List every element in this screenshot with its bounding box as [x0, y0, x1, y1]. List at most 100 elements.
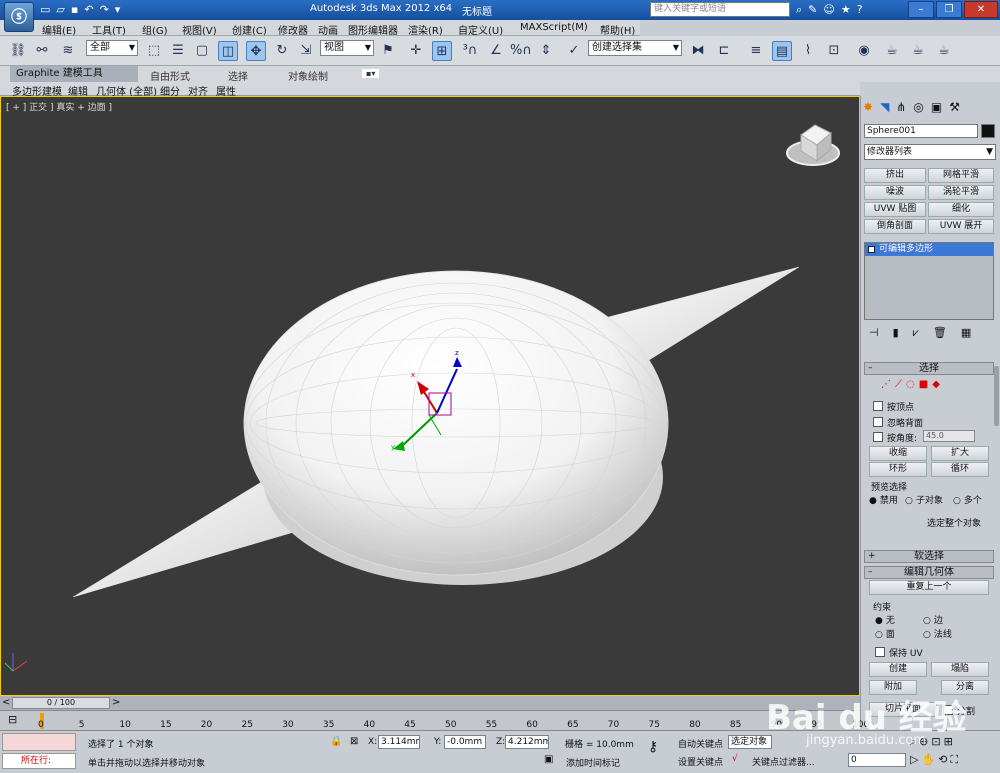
time-tag-icon[interactable]: ▣: [544, 754, 553, 765]
mod-unwrap-uvw-button[interactable]: UVW 展开: [928, 219, 994, 234]
render-production-icon[interactable]: ☕: [934, 41, 954, 61]
select-manipulate-icon[interactable]: ✛: [406, 41, 426, 61]
set-key-button[interactable]: 设置关键点: [678, 755, 723, 768]
orbit-icon[interactable]: ⟲: [938, 753, 950, 766]
rect-selection-icon[interactable]: ▢: [192, 41, 212, 61]
mod-bevel-profile-button[interactable]: 倒角剖面: [864, 219, 926, 234]
configure-sets-icon[interactable]: ▦: [961, 326, 985, 339]
menu-view[interactable]: 视图(V): [182, 22, 217, 37]
display-tab-icon[interactable]: ▣: [931, 100, 949, 114]
y-coord-field[interactable]: -0.0mm: [444, 735, 486, 749]
link-icon[interactable]: ⛓: [8, 41, 28, 61]
mini-curve-icon[interactable]: ⊟: [8, 713, 17, 726]
app-logo-icon[interactable]: ⓢ: [4, 2, 34, 32]
mod-meshsmooth-button[interactable]: 网格平滑: [928, 168, 994, 183]
element-mode-icon[interactable]: ◆: [932, 379, 944, 390]
menu-help[interactable]: 帮助(H): [600, 22, 635, 37]
menu-maxscript[interactable]: MAXScript(M): [520, 22, 588, 33]
constraint-face-radio[interactable]: 面: [875, 627, 895, 640]
keyboard-shortcut-icon[interactable]: ⊞: [432, 41, 452, 61]
mod-extrude-button[interactable]: 挤出: [864, 168, 926, 183]
key-filters-button[interactable]: 关键点过滤器...: [752, 755, 815, 768]
undo-icon[interactable]: ↶: [84, 3, 99, 16]
minimize-button[interactable]: –: [908, 1, 934, 18]
new-icon[interactable]: ▭: [40, 3, 56, 16]
help-icon[interactable]: ?: [857, 3, 869, 16]
selection-filter-dropdown[interactable]: 全部: [86, 40, 138, 56]
time-slider-thumb[interactable]: 0 / 100: [12, 697, 110, 709]
unlink-icon[interactable]: ⚯: [32, 41, 52, 61]
ribbon-options-icon[interactable]: ▪▾: [362, 69, 380, 78]
preview-off-radio[interactable]: 禁用: [869, 493, 898, 506]
x-coord-field[interactable]: 3.114mm: [378, 735, 420, 749]
mod-noise-button[interactable]: 噪波: [864, 185, 926, 200]
modify-tab-icon[interactable]: ◥: [880, 100, 896, 114]
fov-icon[interactable]: ▷: [910, 753, 921, 766]
schematic-view-icon[interactable]: ⊡: [824, 41, 844, 61]
constraint-normal-radio[interactable]: 法线: [923, 627, 952, 640]
mod-uvw-map-button[interactable]: UVW 贴图: [864, 202, 926, 217]
redo-icon[interactable]: ↷: [100, 3, 115, 16]
grow-button[interactable]: 扩大: [931, 446, 989, 461]
percent-snap-icon[interactable]: %∩: [510, 41, 532, 61]
preserve-uv-checkbox[interactable]: 保持 UV: [875, 646, 923, 659]
qa-dropdown-icon[interactable]: ▾: [115, 3, 127, 16]
tab-selection[interactable]: 选择: [228, 68, 248, 83]
menu-rendering[interactable]: 渲染(R): [408, 22, 443, 37]
menu-graph-editors[interactable]: 图形编辑器: [348, 22, 398, 37]
border-mode-icon[interactable]: ◌: [906, 379, 919, 390]
make-unique-icon[interactable]: ⩗: [913, 326, 933, 339]
rollout-soft-selection[interactable]: + 软选择: [864, 550, 994, 563]
angle-spinner[interactable]: 45.0: [923, 430, 975, 442]
object-name-field[interactable]: Sphere001: [864, 124, 978, 138]
auto-key-button[interactable]: 自动关键点: [678, 737, 723, 750]
modifier-list-dropdown[interactable]: 修改器列表 ▼: [864, 144, 996, 160]
mirror-icon[interactable]: ⧓: [688, 41, 708, 61]
menu-modifiers[interactable]: 修改器: [278, 22, 308, 37]
menu-animation[interactable]: 动画: [318, 22, 338, 37]
hierarchy-tab-icon[interactable]: ⋔: [896, 100, 913, 114]
align-icon[interactable]: ⊏: [714, 41, 734, 61]
tab-freeform[interactable]: 自由形式: [150, 68, 190, 83]
track-bar[interactable]: ⊟ 0 5 10 15 20 25 30 35 40 45 50 55 60 65 70 75 80 85 90 95…: [0, 710, 869, 730]
ignore-backface-checkbox[interactable]: 忽略背面: [873, 416, 923, 429]
spinner-snap-icon[interactable]: ⇕: [536, 41, 556, 61]
binoculars-icon[interactable]: ⌕: [796, 3, 808, 16]
restore-button[interactable]: ❐: [936, 1, 962, 18]
menu-customize[interactable]: 自定义(U): [458, 22, 503, 37]
mod-turbosmooth-button[interactable]: 涡轮平滑: [928, 185, 994, 200]
panel-scrollbar[interactable]: [994, 366, 999, 426]
polygon-mode-icon[interactable]: ■: [919, 379, 932, 390]
vertex-mode-icon[interactable]: ⋰: [881, 379, 895, 390]
scale-icon[interactable]: ⇲: [296, 41, 316, 61]
create-button[interactable]: 创建: [869, 662, 927, 677]
rollout-edit-geometry[interactable]: – 编辑几何体: [864, 566, 994, 579]
menu-group[interactable]: 组(G): [142, 22, 168, 37]
menu-edit[interactable]: 编辑(E): [42, 22, 76, 37]
reference-coordinate-dropdown[interactable]: 视图: [320, 40, 374, 56]
viewcube[interactable]: [786, 124, 840, 166]
key-filter-icon[interactable]: √: [732, 754, 738, 764]
preview-subobject-radio[interactable]: 子对象: [905, 493, 943, 506]
perspective-viewport[interactable]: [ + ] 正交 ] 真实 + 边面 ] x y z: [0, 96, 860, 696]
bind-spacewarp-icon[interactable]: ≋: [58, 41, 78, 61]
rendered-frame-icon[interactable]: ☕: [908, 41, 928, 61]
graphite-toggle-icon[interactable]: ▤: [772, 41, 792, 61]
material-editor-icon[interactable]: ◉: [854, 41, 874, 61]
by-angle-checkbox[interactable]: 按角度:: [873, 431, 917, 444]
constraint-none-radio[interactable]: 无: [875, 613, 895, 626]
render-setup-icon[interactable]: ☕: [882, 41, 902, 61]
person-icon[interactable]: ☺: [823, 3, 840, 16]
z-coord-field[interactable]: 4.212mm: [505, 735, 549, 749]
create-tab-icon[interactable]: ✸: [863, 100, 880, 114]
search-input[interactable]: 键入关键字或短语: [650, 2, 790, 17]
rotate-icon[interactable]: ↻: [272, 41, 292, 61]
collapse-button[interactable]: 塌陷: [931, 662, 989, 677]
angle-snap-icon[interactable]: ∠: [486, 41, 506, 61]
ring-button[interactable]: 环形: [869, 462, 927, 477]
open-icon[interactable]: ▱: [56, 3, 70, 16]
constraint-edge-radio[interactable]: 边: [923, 613, 943, 626]
absolute-mode-icon[interactable]: ⊠: [350, 736, 358, 747]
select-by-name-icon[interactable]: ☰: [168, 41, 188, 61]
pivot-center-icon[interactable]: ⚑: [378, 41, 398, 61]
